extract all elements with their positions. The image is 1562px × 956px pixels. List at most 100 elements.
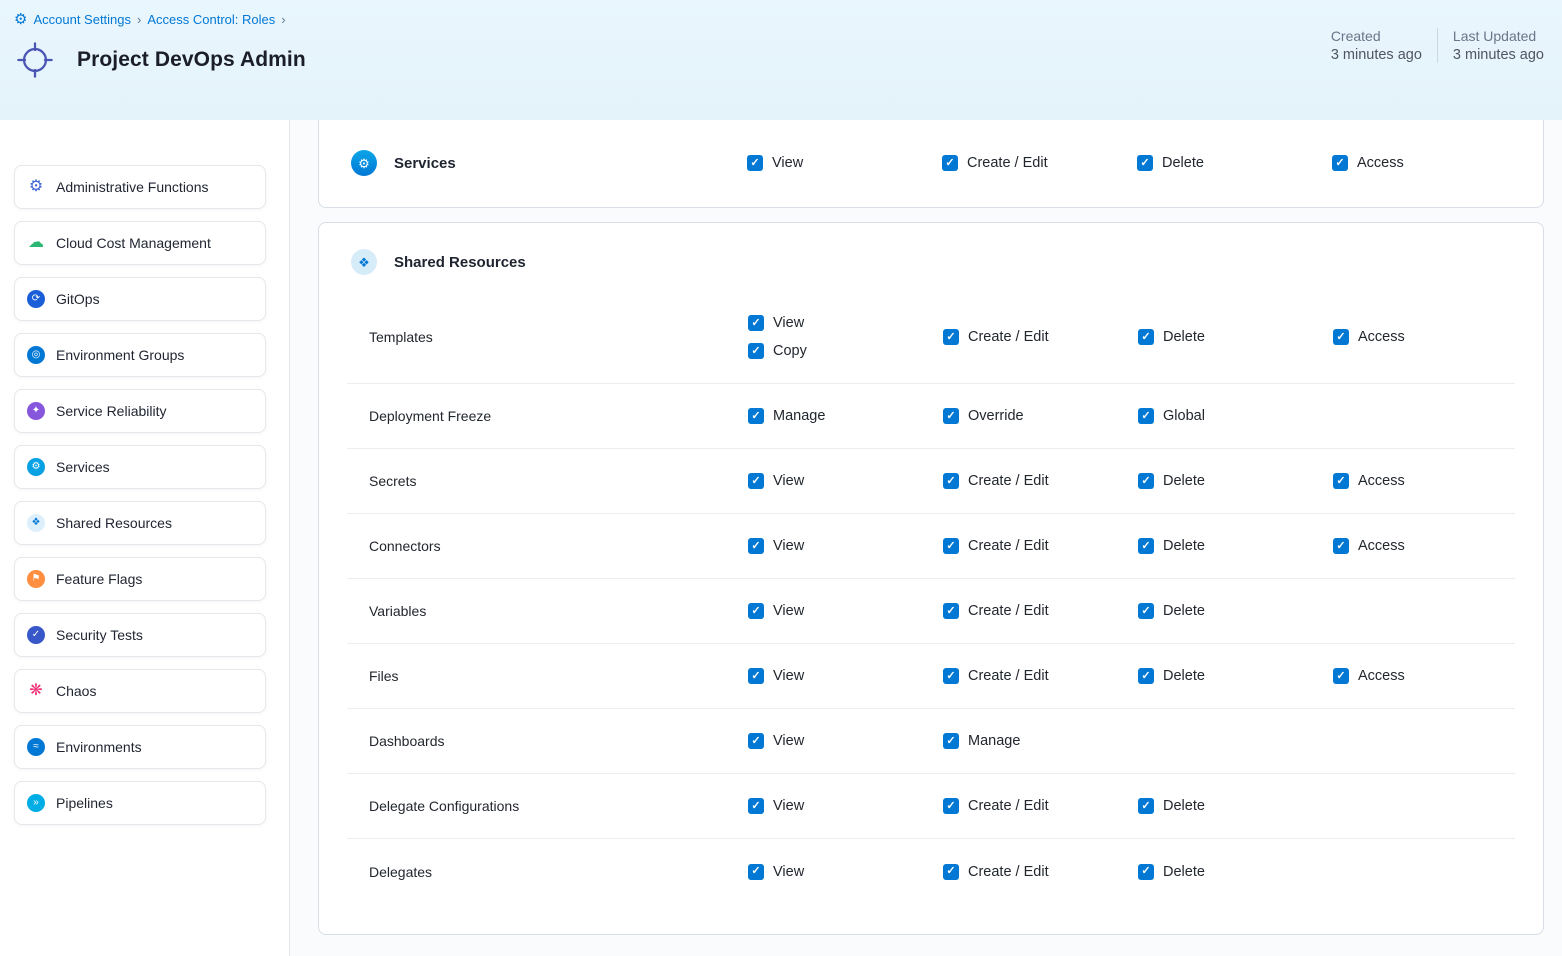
permission-create-edit[interactable]: ✓Create / Edit [943, 864, 1138, 880]
checkbox-checked-icon[interactable]: ✓ [1137, 155, 1153, 171]
permission-access[interactable]: ✓Access [1333, 473, 1515, 489]
permission-manage[interactable]: ✓Manage [943, 733, 1138, 749]
permission-access[interactable]: ✓Access [1333, 668, 1515, 684]
permission-delete[interactable]: ✓Delete [1138, 668, 1333, 684]
permission-view[interactable]: ✓View [748, 538, 943, 554]
checkbox-checked-icon[interactable]: ✓ [748, 538, 764, 554]
permission-view[interactable]: ✓View [747, 155, 942, 171]
checkbox-checked-icon[interactable]: ✓ [943, 798, 959, 814]
permission-view[interactable]: ✓View [748, 733, 943, 749]
checkbox-checked-icon[interactable]: ✓ [1333, 473, 1349, 489]
permission-view[interactable]: ✓View [748, 798, 943, 814]
checkbox-checked-icon[interactable]: ✓ [748, 864, 764, 880]
checkbox-checked-icon[interactable]: ✓ [747, 155, 763, 171]
permission-manage[interactable]: ✓Manage [748, 408, 943, 424]
checkbox-checked-icon[interactable]: ✓ [748, 668, 764, 684]
services-icon: ⚙ [351, 150, 377, 176]
checkbox-checked-icon[interactable]: ✓ [943, 864, 959, 880]
permission-create-edit[interactable]: ✓ Create / Edit [943, 668, 1138, 684]
checkbox-checked-icon[interactable]: ✓ [748, 408, 764, 424]
permission-create-edit[interactable]: ✓Create / Edit [943, 798, 1138, 814]
checkbox-checked-icon[interactable]: ✓ [1138, 798, 1154, 814]
sidebar-item-security-tests[interactable]: ✓Security Tests [14, 613, 266, 657]
checkbox-checked-icon[interactable]: ✓ [1138, 864, 1154, 880]
sidebar-item-feature-flags[interactable]: ⚑Feature Flags [14, 557, 266, 601]
permission-view[interactable]: ✓View [748, 315, 943, 331]
permission-create-edit[interactable]: ✓Create / Edit [943, 329, 1138, 345]
checkbox-checked-icon[interactable]: ✓ [943, 473, 959, 489]
permission-cell: ✓Global [1138, 408, 1333, 424]
checkbox-checked-icon[interactable]: ✓ [1333, 329, 1349, 345]
permission-access[interactable]: ✓Access [1332, 155, 1515, 171]
permission-cell: ✓Create / Edit [943, 603, 1138, 619]
cloud-cost-management-icon: ☁ [27, 234, 45, 252]
sidebar-item-services[interactable]: ⚙Services [14, 445, 266, 489]
permission-copy[interactable]: ✓Copy [748, 343, 943, 359]
sidebar-item-chaos[interactable]: ❋Chaos [14, 669, 266, 713]
sidebar-item-pipelines[interactable]: »Pipelines [14, 781, 266, 825]
permission-override[interactable]: ✓Override [943, 408, 1138, 424]
permission-delete[interactable]: ✓ Delete [1138, 329, 1333, 345]
permission-create-edit[interactable]: ✓Create / Edit [942, 155, 1137, 171]
sidebar-item-administrative-functions[interactable]: ⚙Administrative Functions [14, 165, 266, 209]
checkbox-checked-icon[interactable]: ✓ [1138, 668, 1154, 684]
permission-view[interactable]: ✓View [748, 603, 943, 619]
checkbox-checked-icon[interactable]: ✓ [748, 315, 764, 331]
checkbox-checked-icon[interactable]: ✓ [1332, 155, 1348, 171]
checkbox-checked-icon[interactable]: ✓ [1138, 329, 1154, 345]
permission-label: View [773, 473, 804, 489]
permission-label: Create / Edit [968, 538, 1049, 554]
checkbox-checked-icon[interactable]: ✓ [943, 329, 959, 345]
resource-name: Templates [369, 329, 748, 345]
sidebar-item-label: Environment Groups [56, 347, 184, 363]
permission-global[interactable]: ✓Global [1138, 408, 1333, 424]
checkbox-checked-icon[interactable]: ✓ [748, 473, 764, 489]
checkbox-checked-icon[interactable]: ✓ [748, 733, 764, 749]
services-card-title: Services [394, 155, 456, 172]
sidebar-item-environments[interactable]: ≈Environments [14, 725, 266, 769]
breadcrumb-link-access-control-roles[interactable]: Access Control: Roles [147, 12, 275, 27]
permission-view[interactable]: ✓View [748, 668, 943, 684]
checkbox-checked-icon[interactable]: ✓ [1138, 473, 1154, 489]
permission-cell: ✓Delete [1138, 864, 1333, 880]
sidebar-item-gitops[interactable]: ⟳GitOps [14, 277, 266, 321]
checkbox-checked-icon[interactable]: ✓ [943, 603, 959, 619]
permission-delete[interactable]: ✓Delete [1138, 864, 1333, 880]
sidebar-item-shared-resources[interactable]: ❖Shared Resources [14, 501, 266, 545]
permission-create-edit[interactable]: ✓ Create / Edit [943, 538, 1138, 554]
permission-cell: ✓Access [1333, 329, 1515, 345]
permission-view[interactable]: ✓ View [748, 473, 943, 489]
permission-label: Delete [1163, 329, 1205, 345]
checkbox-checked-icon[interactable]: ✓ [943, 668, 959, 684]
permission-create-edit[interactable]: ✓Create / Edit [943, 603, 1138, 619]
checkbox-checked-icon[interactable]: ✓ [748, 343, 764, 359]
permission-access[interactable]: ✓Access [1333, 538, 1515, 554]
permission-label: Create / Edit [968, 668, 1049, 684]
checkbox-checked-icon[interactable]: ✓ [942, 155, 958, 171]
checkbox-checked-icon[interactable]: ✓ [1138, 603, 1154, 619]
permission-cell: ✓Manage [748, 408, 943, 424]
breadcrumb-link-account-settings[interactable]: Account Settings [33, 12, 131, 27]
checkbox-checked-icon[interactable]: ✓ [1138, 408, 1154, 424]
checkbox-checked-icon[interactable]: ✓ [1138, 538, 1154, 554]
sidebar-item-service-reliability[interactable]: ✦Service Reliability [14, 389, 266, 433]
permission-delete[interactable]: ✓ Delete [1137, 155, 1332, 171]
sidebar-item-environment-groups[interactable]: ◎Environment Groups [14, 333, 266, 377]
permission-delete[interactable]: ✓Delete [1138, 538, 1333, 554]
checkbox-checked-icon[interactable]: ✓ [1333, 668, 1349, 684]
sidebar-item-cloud-cost-management[interactable]: ☁Cloud Cost Management [14, 221, 266, 265]
permission-create-edit[interactable]: ✓Create / Edit [943, 473, 1138, 489]
permission-delete[interactable]: ✓Delete [1138, 603, 1333, 619]
permission-delete[interactable]: ✓Delete [1138, 798, 1333, 814]
checkbox-checked-icon[interactable]: ✓ [943, 408, 959, 424]
checkbox-checked-icon[interactable]: ✓ [943, 733, 959, 749]
permission-delete[interactable]: ✓Delete [1138, 473, 1333, 489]
checkbox-checked-icon[interactable]: ✓ [1333, 538, 1349, 554]
checkbox-checked-icon[interactable]: ✓ [943, 538, 959, 554]
permission-view[interactable]: ✓View [748, 864, 943, 880]
checkbox-checked-icon[interactable]: ✓ [748, 603, 764, 619]
permission-label: Delete [1162, 155, 1204, 171]
checkbox-checked-icon[interactable]: ✓ [748, 798, 764, 814]
resource-name: Deployment Freeze [369, 408, 748, 424]
permission-access[interactable]: ✓Access [1333, 329, 1515, 345]
